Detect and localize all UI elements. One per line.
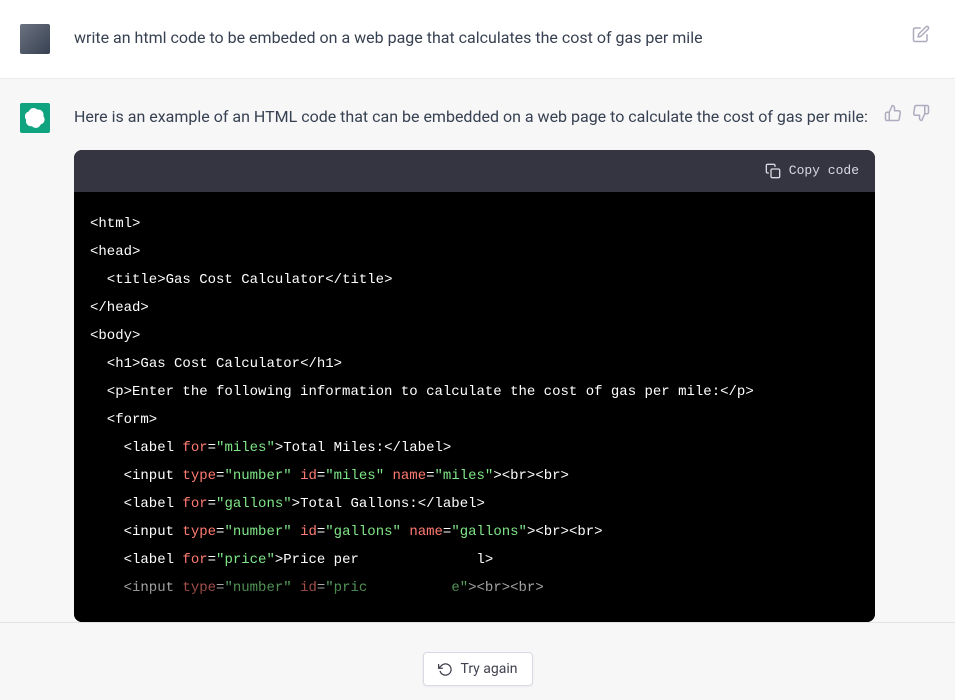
assistant-content: Here is an example of an HTML code that …	[74, 103, 935, 622]
copy-code-button[interactable]: Copy code	[765, 160, 859, 182]
user-avatar	[20, 24, 50, 54]
code-header: Copy code	[74, 150, 875, 192]
code-body[interactable]: <html> <head> <title>Gas Cost Calculator…	[74, 192, 875, 622]
thumbs-up-icon[interactable]	[883, 103, 903, 123]
assistant-intro-text: Here is an example of an HTML code that …	[74, 103, 875, 130]
user-message: write an html code to be embeded on a we…	[0, 0, 955, 79]
try-again-label: Try again	[460, 661, 517, 677]
code-block: Copy code <html> <head> <title>Gas Cost …	[74, 150, 875, 622]
thumbs-down-icon[interactable]	[911, 103, 931, 123]
user-message-text: write an html code to be embeded on a we…	[74, 24, 935, 54]
edit-icon[interactable]	[911, 24, 931, 44]
copy-code-label: Copy code	[789, 160, 859, 182]
assistant-avatar	[20, 103, 50, 133]
assistant-message: Here is an example of an HTML code that …	[0, 79, 955, 623]
try-again-button[interactable]: Try again	[422, 652, 532, 686]
assistant-message-actions	[883, 103, 931, 123]
user-message-actions	[911, 24, 931, 44]
refresh-icon	[437, 662, 452, 677]
